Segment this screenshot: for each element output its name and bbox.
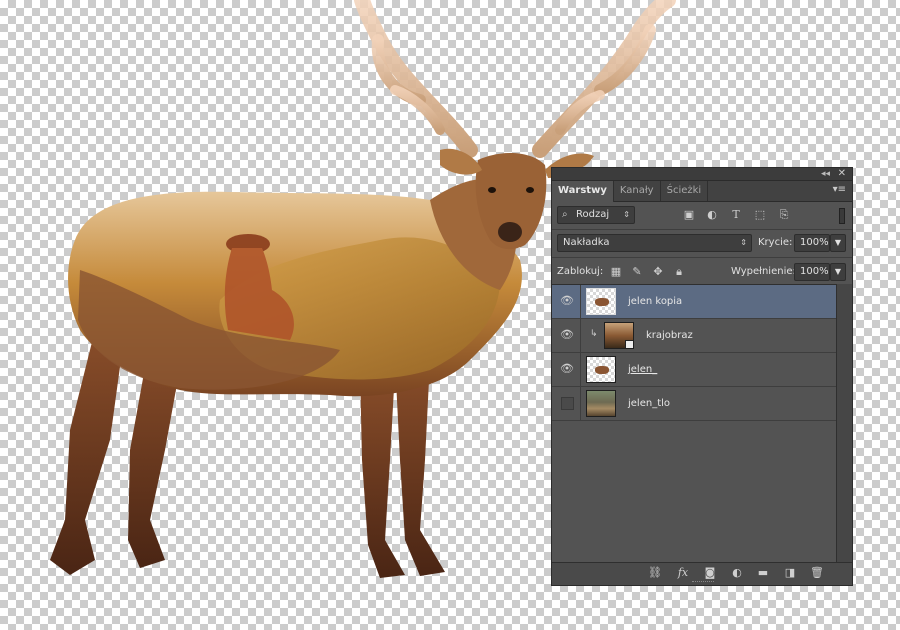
lock-label: Zablokuj:	[557, 266, 604, 277]
panel-title-bar[interactable]: ◂◂ ✕	[552, 168, 852, 181]
image-icon[interactable]: ▣	[682, 208, 696, 222]
layers-list: 👁︎ jelen kopia 👁︎ ↳ krajobraz 👁︎ jelen_	[552, 284, 838, 565]
fill-label: Wypełnienie:	[731, 266, 796, 277]
adjustment-icon[interactable]: ◐	[705, 208, 719, 222]
blend-row: Nakładka ⇕ Krycie: 100% ▼	[552, 230, 852, 258]
collapse-icon[interactable]: ◂◂	[821, 168, 830, 180]
tab-layers[interactable]: Warstwy	[552, 181, 614, 202]
close-icon[interactable]: ✕	[838, 168, 846, 180]
adjustment-layer-icon[interactable]: ◐	[730, 566, 744, 580]
deer-thumb-shape	[595, 366, 609, 374]
panel-tabs: Warstwy Kanały Ścieżki ▾≡	[552, 181, 852, 202]
opacity-label: Krycie:	[758, 237, 793, 248]
chevron-down-icon: ▼	[834, 267, 842, 276]
deer-thumb-shape	[595, 298, 609, 306]
divider	[580, 353, 581, 386]
layer-row[interactable]: 👁︎ ↳ krajobraz	[552, 319, 838, 353]
divider	[580, 387, 581, 420]
trash-icon[interactable]: 🗑︎	[810, 566, 824, 580]
opacity-input[interactable]: 100%	[794, 234, 830, 252]
layer-kind-filter[interactable]: ⌕ Rodzaj ⇕	[557, 206, 635, 224]
divider	[580, 319, 581, 352]
mask-icon[interactable]: ◙	[703, 566, 717, 580]
photo-thumb	[586, 390, 616, 417]
eye-icon[interactable]: 👁︎	[560, 329, 574, 341]
lock-position-icon[interactable]: ✥	[651, 265, 665, 279]
updown-arrows-icon: ⇕	[623, 210, 630, 219]
lock-row: Zablokuj: ▦ ✎ ✥ 🔒︎ Wypełnienie: 100% ▼	[552, 258, 852, 285]
opacity-value: 100%	[800, 237, 829, 248]
divider	[580, 285, 581, 318]
smart-object-badge-icon	[625, 340, 633, 348]
folder-icon[interactable]: ▬	[756, 566, 770, 580]
smart-object-icon[interactable]: ⎘	[777, 208, 791, 222]
updown-arrows-icon: ⇕	[740, 238, 747, 247]
lock-paint-icon[interactable]: ✎	[630, 265, 644, 279]
resize-grip[interactable]	[692, 581, 714, 584]
clipping-arrow-icon: ↳	[590, 329, 598, 339]
layer-row[interactable]: 👁︎ jelen kopia	[552, 285, 838, 319]
deer-thumb	[586, 356, 616, 383]
lock-transparent-icon[interactable]: ▦	[609, 265, 623, 279]
tab-paths[interactable]: Ścieżki	[661, 181, 709, 201]
chevron-down-icon: ▼	[834, 238, 842, 247]
eye-off-icon[interactable]	[561, 397, 574, 410]
layer-name: jelen_	[628, 364, 658, 375]
text-icon[interactable]: T	[729, 208, 743, 222]
eye-icon[interactable]: 👁︎	[560, 363, 574, 375]
layer-name: krajobraz	[646, 330, 693, 341]
layer-name: jelen_tlo	[628, 398, 671, 409]
fill-value: 100%	[800, 266, 829, 277]
landscape-thumb	[604, 322, 634, 349]
layers-panel: ◂◂ ✕ Warstwy Kanały Ścieżki ▾≡ ⌕ Rodzaj …	[551, 167, 853, 586]
lock-all-icon[interactable]: 🔒︎	[672, 265, 686, 279]
layers-bottom-bar: ⛓︎ fx ◙ ◐ ▬ ◨ 🗑︎	[552, 562, 852, 585]
new-layer-icon[interactable]: ◨	[783, 566, 797, 580]
link-icon[interactable]: ⛓︎	[648, 566, 662, 580]
blend-mode-value: Nakładka	[563, 237, 610, 248]
opacity-dropdown[interactable]: ▼	[830, 234, 846, 252]
deer-thumb	[586, 288, 616, 315]
filter-toggle[interactable]	[839, 208, 845, 224]
layers-scrollbar[interactable]	[836, 284, 852, 564]
shape-icon[interactable]: ⬚	[753, 208, 767, 222]
fx-icon[interactable]: fx	[676, 566, 690, 580]
fill-input[interactable]: 100%	[794, 263, 830, 281]
filter-row: ⌕ Rodzaj ⇕ ▣ ◐ T ⬚ ⎘	[552, 202, 852, 230]
search-icon: ⌕	[562, 209, 568, 220]
layer-name: jelen kopia	[628, 296, 683, 307]
layer-kind-label: Rodzaj	[576, 209, 610, 220]
eye-icon[interactable]: 👁︎	[560, 295, 574, 307]
layer-row[interactable]: 👁︎ jelen_	[552, 353, 838, 387]
blend-mode-select[interactable]: Nakładka ⇕	[557, 234, 752, 252]
layer-row[interactable]: jelen_tlo	[552, 387, 838, 421]
fill-dropdown[interactable]: ▼	[830, 263, 846, 281]
panel-menu-icon[interactable]: ▾≡	[833, 184, 846, 195]
tab-channels[interactable]: Kanały	[614, 181, 661, 201]
deer-antlers	[354, 0, 676, 158]
